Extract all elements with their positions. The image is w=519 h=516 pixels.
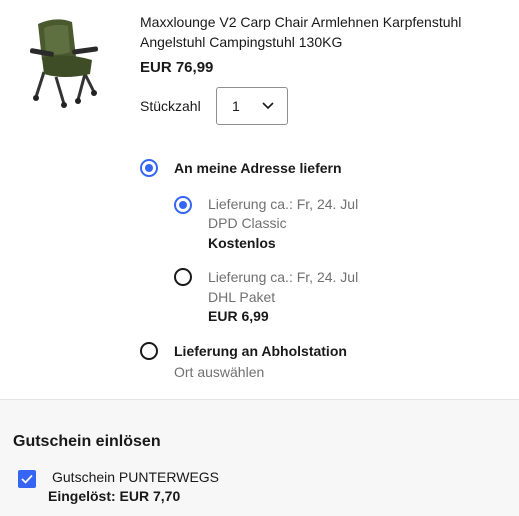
coupon-name: Gutschein PUNTERWEGS	[52, 469, 220, 485]
carrier-name: DHL Paket	[208, 289, 276, 305]
home-delivery-radio[interactable]	[140, 159, 158, 177]
product-title[interactable]: Maxxlounge V2 Carp Chair Armlehnen Karpf…	[140, 12, 510, 52]
shipping-price: Kostenlos	[208, 235, 276, 251]
shipping-option-dhl-radio[interactable]	[174, 268, 192, 286]
coupon-applied-amount: Eingelöst: EUR 7,70	[48, 488, 181, 504]
coupon-section: Gutschein einlösen Gutschein PUNTERWEGS …	[0, 400, 519, 516]
quantity-label: Stückzahl	[140, 98, 201, 114]
coupon-checkbox[interactable]	[18, 470, 36, 488]
shipping-price: EUR 6,99	[208, 308, 269, 324]
shipping-option-dpd-radio[interactable]	[174, 196, 192, 214]
chair-illustration	[29, 19, 99, 108]
delivery-estimate: Lieferung ca.: Fr, 24. Jul	[208, 196, 359, 212]
pickup-station-radio[interactable]	[140, 342, 158, 360]
product-image[interactable]	[16, 12, 114, 110]
quantity-value: 1	[232, 98, 240, 114]
carrier-name: DPD Classic	[208, 215, 287, 231]
home-delivery-label: An meine Adresse liefern	[174, 160, 342, 176]
coupon-heading: Gutschein einlösen	[13, 433, 161, 450]
chevron-down-icon	[262, 102, 274, 110]
pickup-station-label: Lieferung an Abholstation	[174, 343, 347, 359]
delivery-estimate: Lieferung ca.: Fr, 24. Jul	[208, 269, 359, 285]
quantity-select[interactable]: 1	[216, 87, 288, 125]
choose-location-link[interactable]: Ort auswählen	[174, 364, 264, 380]
checkmark-icon	[21, 474, 33, 484]
product-price: EUR 76,99	[140, 59, 214, 76]
